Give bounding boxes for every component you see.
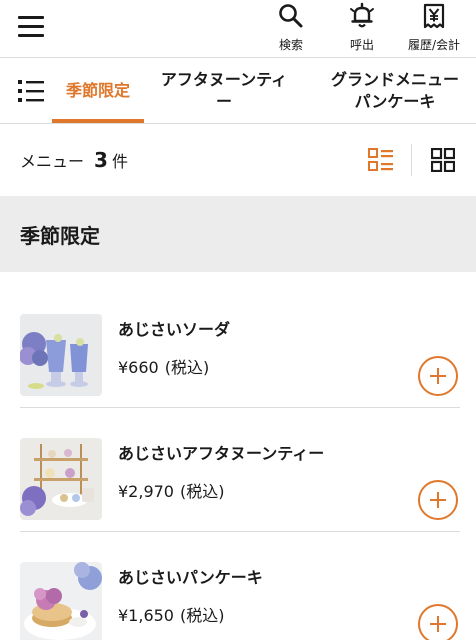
grid-view-icon[interactable] — [431, 148, 455, 172]
menu-item-name: あじさいアフタヌーンティー — [118, 444, 325, 463]
tab-seasonal-label: 季節限定 — [65, 81, 130, 100]
tax-note: (税込) — [179, 606, 225, 625]
tab-afternoon-tea[interactable]: アフタヌーンティ ー — [150, 58, 298, 123]
category-list-icon[interactable] — [18, 79, 44, 103]
menu-count-suffix: 件 — [111, 152, 128, 171]
add-to-cart-button[interactable] — [418, 480, 458, 520]
hydrangea-soda-photo — [20, 314, 102, 396]
price-amount: ¥2,970 — [118, 482, 174, 501]
add-to-cart-button[interactable] — [418, 604, 458, 640]
search-button[interactable]: 検索 — [271, 0, 311, 58]
add-to-cart-button[interactable] — [418, 356, 458, 396]
bell-icon — [350, 2, 374, 28]
menu-item-name: あじさいソーダ — [118, 320, 231, 339]
app-header: 検索 呼出 履歴/会計 — [0, 0, 476, 58]
call-staff-button[interactable]: 呼出 — [342, 0, 382, 58]
call-label: 呼出 — [349, 38, 374, 52]
menu-count-number: 3 — [94, 148, 108, 172]
menu-item-price: ¥660 (税込) — [118, 354, 209, 378]
tab-afternoon-tea-label-line2: ー — [215, 92, 232, 111]
menu-item[interactable]: あじさいパンケーキ ¥1,650 (税込) — [0, 532, 476, 640]
history-label: 履歴/会計 — [407, 38, 461, 52]
tab-grand-menu-label-line1: グランドメニュー — [330, 70, 459, 89]
active-tab-indicator — [52, 119, 144, 123]
search-label: 検索 — [278, 38, 303, 52]
price-amount: ¥660 — [118, 358, 159, 377]
history-checkout-button[interactable]: 履歴/会計 — [399, 0, 469, 58]
price-amount: ¥1,650 — [118, 606, 174, 625]
menu-item[interactable]: あじさいソーダ ¥660 (税込) — [0, 284, 476, 408]
hydrangea-pancake-photo — [20, 562, 102, 640]
view-toggle-divider — [411, 144, 412, 176]
section-header: 季節限定 — [0, 196, 476, 272]
tax-note: (税込) — [164, 358, 210, 377]
menu-count-prefix: メニュー — [20, 152, 85, 171]
search-icon — [279, 4, 303, 28]
section-title: 季節限定 — [20, 224, 100, 248]
tab-grand-menu-pancake[interactable]: グランドメニュー パンケーキ — [310, 58, 476, 123]
menu-item-price: ¥1,650 (税込) — [118, 602, 224, 626]
menu-item-price: ¥2,970 (税込) — [118, 478, 224, 502]
menu-item-name: あじさいパンケーキ — [118, 568, 263, 587]
tab-seasonal[interactable]: 季節限定 — [52, 58, 144, 123]
tab-afternoon-tea-label-line1: アフタヌーンティ — [160, 70, 288, 89]
menu-item[interactable]: あじさいアフタヌーンティー ¥2,970 (税込) — [0, 408, 476, 532]
hydrangea-afternoon-tea-photo — [20, 438, 102, 520]
category-tabs: 季節限定 アフタヌーンティ ー グランドメニュー パンケーキ — [0, 58, 476, 124]
list-view-icon[interactable] — [368, 148, 394, 172]
menu-count-bar: メニュー 3 件 — [0, 124, 476, 196]
tab-grand-menu-label-line2: パンケーキ — [354, 92, 436, 111]
tax-note: (税込) — [179, 482, 225, 501]
menu-count: メニュー 3 件 — [20, 148, 128, 172]
receipt-yen-icon — [423, 3, 445, 29]
hamburger-icon[interactable] — [18, 16, 44, 38]
